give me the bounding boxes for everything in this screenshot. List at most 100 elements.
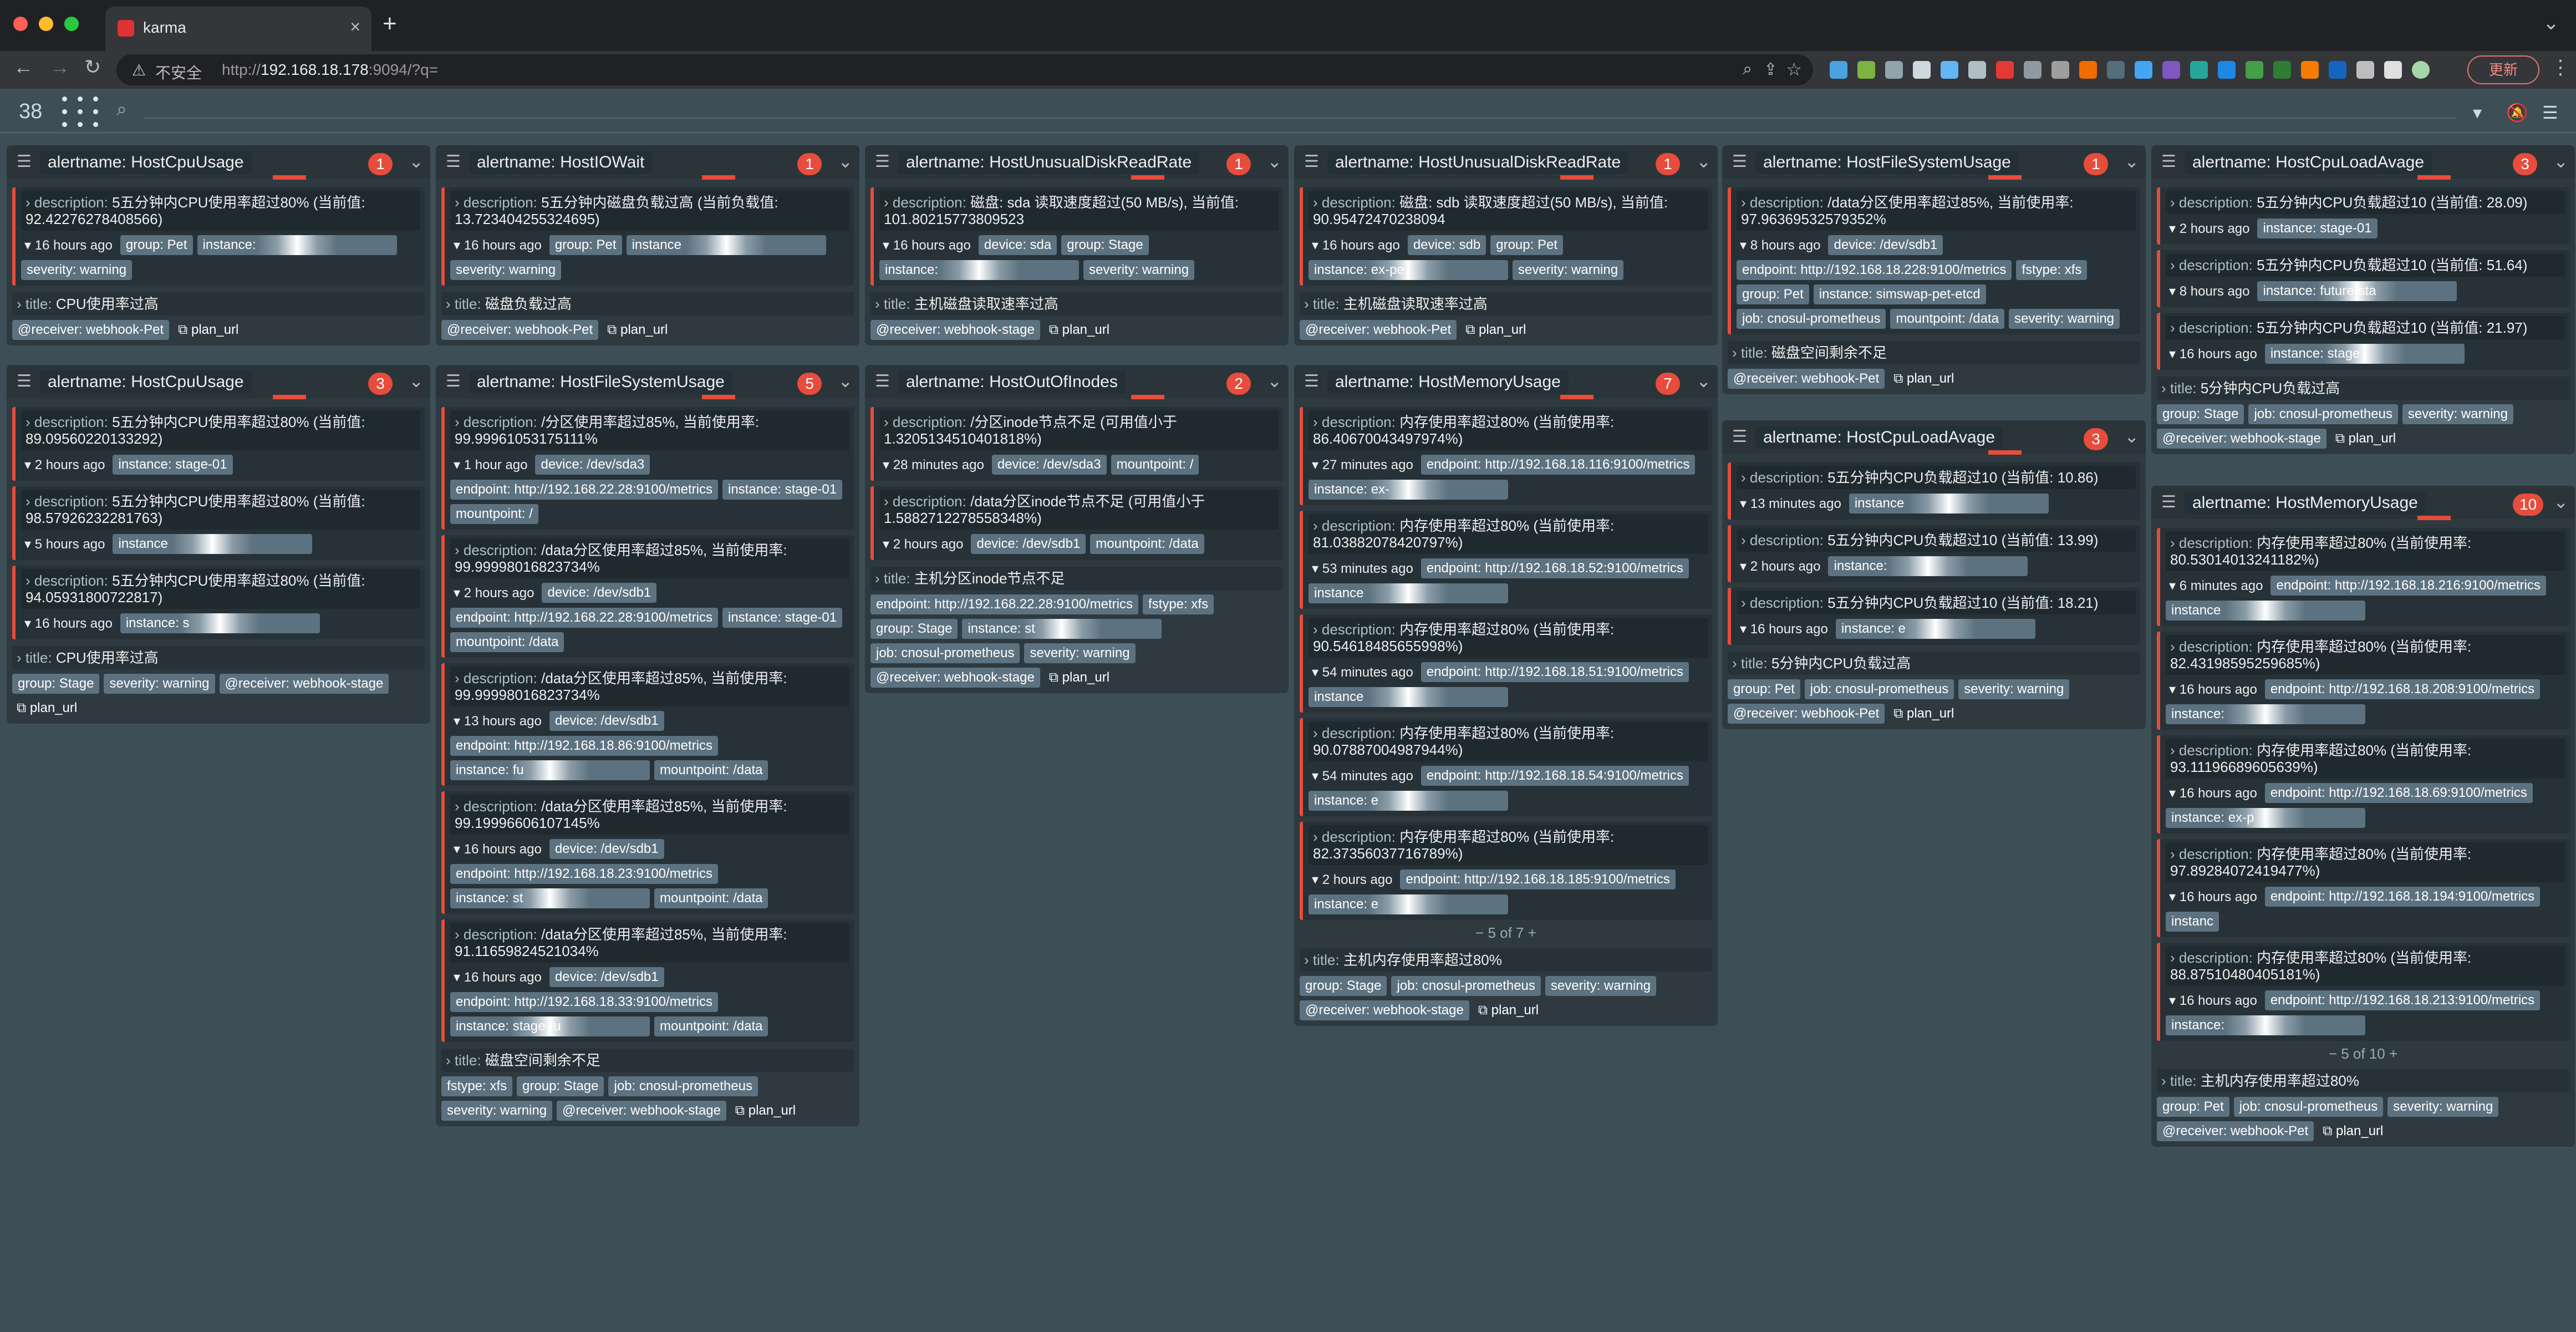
label-chip[interactable]: @receiver: webhook-stage xyxy=(1300,1000,1469,1020)
label-chip[interactable]: instanc xyxy=(2166,912,2219,932)
label-chip[interactable]: instance: stage-fu xyxy=(450,1016,650,1036)
collapse-chevron-icon[interactable]: › xyxy=(26,493,34,510)
hamburger-menu-icon[interactable]: ☰ xyxy=(2161,152,2176,171)
alert-timestamp[interactable]: ▾ 2 hours ago xyxy=(1737,556,1824,577)
label-chip[interactable]: instance xyxy=(2166,601,2365,621)
label-chip[interactable]: group: Stage xyxy=(1300,976,1387,996)
extension-icon[interactable] xyxy=(2246,61,2263,79)
label-chip[interactable]: instance xyxy=(113,534,313,554)
chevron-down-icon[interactable]: ▾ xyxy=(2473,102,2482,123)
group-alertname-label[interactable]: alertname: HostUnusualDiskReadRate xyxy=(1327,151,1629,174)
label-chip[interactable]: endpoint: http://192.168.22.28:9100/metr… xyxy=(450,608,718,628)
label-chip[interactable]: instance: st xyxy=(962,619,1162,639)
alert-description[interactable]: › description: /分区inode节点不足 (可用值小于 1.320… xyxy=(879,410,1279,450)
group-title-annotation[interactable]: › title: 主机磁盘读取速率过高 xyxy=(1300,292,1712,316)
group-alertname-label[interactable]: alertname: HostCpuLoadAvage xyxy=(2185,151,2432,174)
alert-description[interactable]: › description: /data分区使用率超过85%, 当前使用率: 9… xyxy=(450,923,849,963)
hamburger-menu-icon[interactable]: ☰ xyxy=(1732,152,1747,171)
label-chip[interactable]: endpoint: http://192.168.18.213:9100/met… xyxy=(2264,990,2541,1010)
collapse-chevron-icon[interactable]: ⌄ xyxy=(2124,426,2139,447)
label-chip[interactable]: endpoint: http://192.168.18.228:9100/met… xyxy=(1737,260,2012,280)
label-chip[interactable]: mountpoint: /data xyxy=(654,1016,768,1036)
group-title-annotation[interactable]: › title: CPU使用率过高 xyxy=(12,646,425,669)
extensions-puzzle-icon[interactable] xyxy=(2356,61,2374,79)
plan-url-link[interactable]: ⧉ plan_url xyxy=(1889,704,1958,724)
close-window-icon[interactable] xyxy=(13,17,28,31)
alert-description[interactable]: › description: 内存使用率超过80% (当前使用率: 97.892… xyxy=(2166,842,2565,882)
alert-timestamp[interactable]: ▾ 1 hour ago xyxy=(450,455,531,475)
collapse-chevron-icon[interactable]: › xyxy=(2170,846,2179,862)
group-alertname-label[interactable]: alertname: HostOutOfInodes xyxy=(898,370,1126,394)
alert-timestamp[interactable]: ▾ 16 hours ago xyxy=(2166,990,2261,1011)
alert-timestamp[interactable]: ▾ 16 hours ago xyxy=(450,235,545,256)
group-alertname-label[interactable]: alertname: HostIOWait xyxy=(469,151,653,174)
label-chip[interactable]: device: sdb xyxy=(1407,235,1486,255)
extension-icon[interactable] xyxy=(2273,61,2291,79)
label-chip[interactable]: @receiver: webhook-Pet xyxy=(1728,369,1885,389)
alert-timestamp[interactable]: ▾ 16 hours ago xyxy=(450,967,545,988)
collapse-chevron-icon[interactable]: ⌄ xyxy=(1267,151,1282,172)
collapse-chevron-icon[interactable]: › xyxy=(1313,828,1322,845)
alert-description[interactable]: › description: 5五分钟内CPU负载超过10 (当前值: 10.8… xyxy=(1737,466,2136,489)
zoom-icon[interactable]: ⌕ xyxy=(1743,60,1752,79)
collapse-chevron-icon[interactable]: › xyxy=(1313,517,1322,534)
label-chip[interactable]: endpoint: http://192.168.18.52:9100/metr… xyxy=(1421,558,1689,578)
label-chip[interactable]: @receiver: webhook-stage xyxy=(557,1101,726,1121)
plan-url-link[interactable]: ⧉ plan_url xyxy=(12,698,82,718)
extension-icon[interactable] xyxy=(1941,61,1958,79)
label-chip[interactable]: device: /dev/sdb1 xyxy=(542,583,657,603)
alert-description[interactable]: › description: 5五分钟内CPU负载超过10 (当前值: 18.2… xyxy=(1737,591,2136,614)
update-button[interactable]: 更新 xyxy=(2467,55,2539,84)
collapse-chevron-icon[interactable]: › xyxy=(26,414,34,430)
label-chip[interactable]: job: cnosul-prometheus xyxy=(608,1076,758,1096)
alert-timestamp[interactable]: ▾ 16 hours ago xyxy=(2166,783,2261,804)
label-chip[interactable]: device: /dev/sda3 xyxy=(535,455,650,475)
collapse-chevron-icon[interactable]: › xyxy=(1313,725,1322,741)
label-chip[interactable]: instance: stage-01 xyxy=(113,455,233,475)
label-chip[interactable]: job: cnosul-prometheus xyxy=(870,643,1020,663)
label-chip[interactable]: endpoint: http://192.168.18.216:9100/met… xyxy=(2270,576,2546,596)
extension-icon[interactable] xyxy=(1830,61,1847,79)
collapse-chevron-icon[interactable]: › xyxy=(2161,380,2170,396)
alert-timestamp[interactable]: ▾ 8 hours ago xyxy=(1737,235,1824,256)
alert-timestamp[interactable]: ▾ 13 hours ago xyxy=(450,711,545,731)
back-icon[interactable]: ← xyxy=(13,55,33,79)
browser-tab[interactable]: karma × xyxy=(105,7,371,51)
label-chip[interactable]: endpoint: http://192.168.18.51:9100/metr… xyxy=(1421,662,1689,682)
bookmark-star-icon[interactable]: ☆ xyxy=(1786,59,1802,80)
alert-description[interactable]: › description: 磁盘: sda 读取速度超过(50 MB/s), … xyxy=(879,191,1279,231)
hamburger-menu-icon[interactable]: ☰ xyxy=(2161,492,2176,512)
label-chip[interactable]: group: Pet xyxy=(549,235,622,255)
hamburger-menu-icon[interactable]: ☰ xyxy=(875,372,890,391)
group-title-annotation[interactable]: › title: 主机内存使用率超过80% xyxy=(1300,948,1712,972)
collapse-chevron-icon[interactable]: ⌄ xyxy=(2553,491,2568,512)
collapse-chevron-icon[interactable]: › xyxy=(1741,194,1750,211)
label-chip[interactable]: device: /dev/sda3 xyxy=(991,455,1107,475)
collapse-chevron-icon[interactable]: › xyxy=(455,926,464,943)
group-alertname-label[interactable]: alertname: HostCpuUsage xyxy=(40,370,252,394)
label-chip[interactable]: instance: simswap-pet-etcd xyxy=(1813,284,1986,304)
alert-timestamp[interactable]: ▾ 16 hours ago xyxy=(2166,344,2261,364)
plan-url-link[interactable]: ⧉ plan_url xyxy=(174,320,243,340)
label-chip[interactable]: instance: e xyxy=(1309,791,1508,811)
alert-timestamp[interactable]: ▾ 16 hours ago xyxy=(450,839,545,860)
alert-timestamp[interactable]: ▾ 16 hours ago xyxy=(1309,235,1403,256)
label-chip[interactable]: instance: stage xyxy=(2264,344,2465,364)
collapse-chevron-icon[interactable]: › xyxy=(2170,638,2179,655)
extension-icon[interactable] xyxy=(2162,61,2180,79)
extension-icon[interactable] xyxy=(2051,61,2069,79)
collapse-chevron-icon[interactable]: › xyxy=(446,1052,455,1069)
label-chip[interactable]: severity: warning xyxy=(450,260,562,280)
label-chip[interactable]: instance xyxy=(1849,494,2049,514)
collapse-chevron-icon[interactable]: › xyxy=(2161,1072,2170,1089)
label-chip[interactable]: severity: warning xyxy=(1545,976,1656,996)
label-chip[interactable]: instance: e xyxy=(1309,894,1508,914)
collapse-chevron-icon[interactable]: › xyxy=(1313,621,1322,638)
plan-url-link[interactable]: ⧉ plan_url xyxy=(1889,369,1958,389)
label-chip[interactable]: mountpoint: / xyxy=(1111,455,1199,475)
alert-description[interactable]: › description: 5五分钟内CPU使用率超过80% (当前值: 98… xyxy=(21,490,420,530)
pager-prev-icon[interactable]: − xyxy=(1475,924,1488,941)
extension-icon[interactable] xyxy=(1885,61,1903,79)
collapse-chevron-icon[interactable]: › xyxy=(1304,952,1313,968)
label-chip[interactable]: severity: warning xyxy=(2008,309,2120,329)
